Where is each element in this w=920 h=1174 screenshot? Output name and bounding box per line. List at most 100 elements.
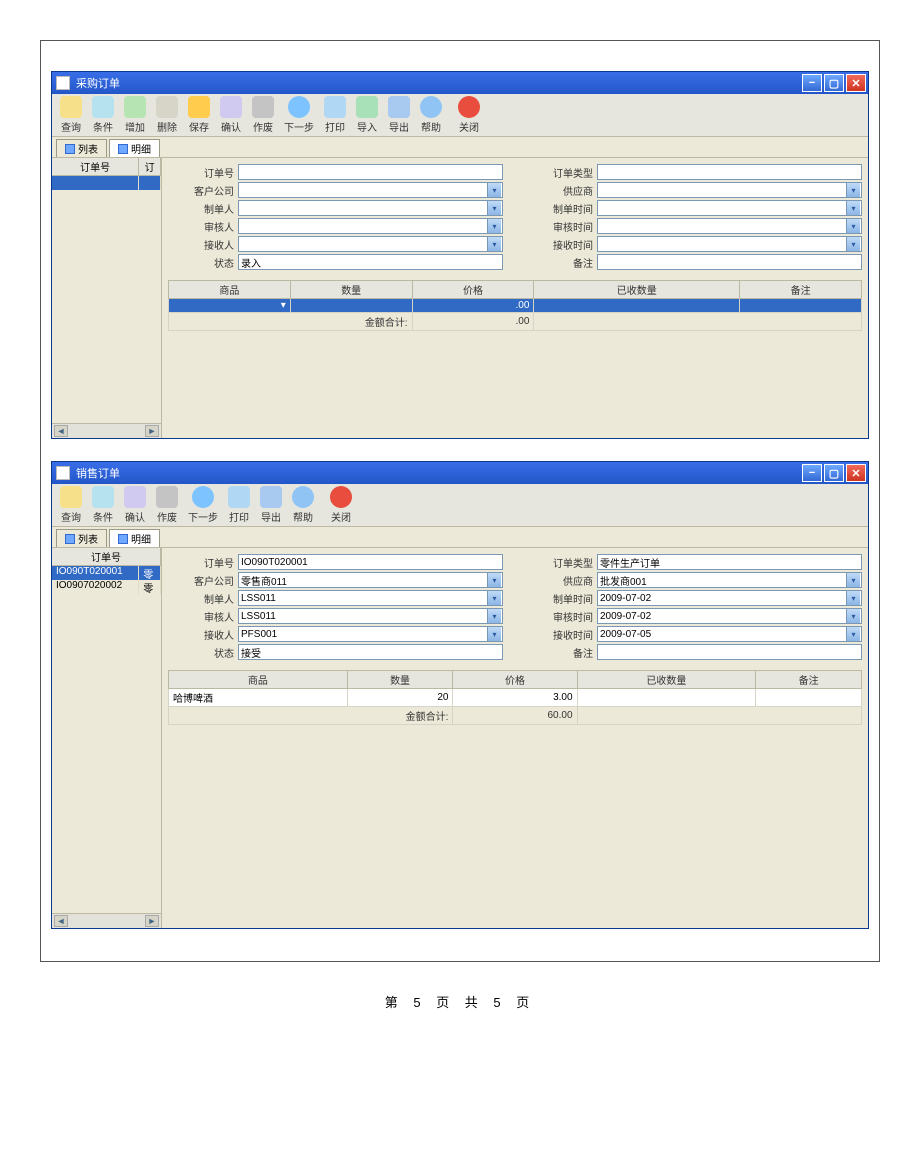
col-header[interactable]: 备注 <box>756 671 862 689</box>
titlebar[interactable]: 销售订单 − ▢ ✕ <box>52 462 868 484</box>
combo-auditor[interactable]: LSS011▾ <box>238 608 503 624</box>
chevron-down-icon[interactable]: ▾ <box>487 609 501 623</box>
toolbar-void-button[interactable]: 作废 <box>248 95 278 135</box>
chevron-down-icon[interactable]: ▾ <box>846 201 860 215</box>
chevron-down-icon[interactable]: ▾ <box>487 591 501 605</box>
chevron-down-icon[interactable]: ▾ <box>846 609 860 623</box>
tab-detail[interactable]: 明细 <box>109 529 160 547</box>
toolbar-help-button[interactable]: 帮助 <box>416 95 446 135</box>
minimize-button[interactable]: − <box>802 74 822 92</box>
col-header[interactable]: 价格 <box>453 671 577 689</box>
input-order_type[interactable] <box>597 554 862 570</box>
combo-recv_time[interactable]: ▾ <box>597 236 862 252</box>
toolbar-search-button[interactable]: 查询 <box>56 95 86 135</box>
input-status[interactable] <box>238 644 503 660</box>
toolbar-export-button[interactable]: 导出 <box>384 95 414 135</box>
input-remark[interactable] <box>597 644 862 660</box>
toolbar-close-button[interactable]: 关闭 <box>454 95 484 135</box>
tab-detail[interactable]: 明细 <box>109 139 160 157</box>
close-button[interactable]: ✕ <box>846 74 866 92</box>
scroll-right-icon[interactable]: ► <box>145 425 159 437</box>
combo-audit_time[interactable]: 2009-07-02▾ <box>597 608 862 624</box>
combo-maker[interactable]: LSS011▾ <box>238 590 503 606</box>
input-order_no[interactable] <box>238 554 503 570</box>
chevron-down-icon[interactable]: ▾ <box>487 627 501 641</box>
toolbar-close-button[interactable]: 关闭 <box>326 485 356 525</box>
toolbar-print-button[interactable]: 打印 <box>224 485 254 525</box>
maximize-button[interactable]: ▢ <box>824 74 844 92</box>
close-button[interactable]: ✕ <box>846 464 866 482</box>
order-col2-header[interactable]: 订 <box>139 158 161 175</box>
input-status[interactable] <box>238 254 503 270</box>
chevron-down-icon[interactable]: ▾ <box>487 183 501 197</box>
chevron-down-icon[interactable]: ▾ <box>846 237 860 251</box>
toolbar-next-button[interactable]: 下一步 <box>280 95 318 135</box>
chevron-down-icon[interactable]: ▾ <box>846 183 860 197</box>
combo-maker[interactable]: ▾ <box>238 200 503 216</box>
toolbar-confirm-button[interactable]: 确认 <box>216 95 246 135</box>
toolbar-del-button[interactable]: 删除 <box>152 95 182 135</box>
titlebar[interactable]: 采购订单 − ▢ ✕ <box>52 72 868 94</box>
chevron-down-icon[interactable]: ▾ <box>487 201 501 215</box>
col-header[interactable]: 数量 <box>290 281 412 299</box>
scroll-left-icon[interactable]: ◄ <box>54 915 68 927</box>
toolbar-next-button[interactable]: 下一步 <box>184 485 222 525</box>
order-no-header[interactable]: 订单号 <box>52 548 161 565</box>
minimize-button[interactable]: − <box>802 464 822 482</box>
toolbar-cond-button[interactable]: 条件 <box>88 95 118 135</box>
combo-customer[interactable]: 零售商011▾ <box>238 572 503 588</box>
h-scrollbar[interactable]: ◄ ► <box>52 423 161 438</box>
toolbar-save-button[interactable]: 保存 <box>184 95 214 135</box>
chevron-down-icon[interactable]: ▾ <box>846 219 860 233</box>
table-row[interactable]: ▾.00 <box>169 299 862 313</box>
input-order_type[interactable] <box>597 164 862 180</box>
combo-auditor[interactable]: ▾ <box>238 218 503 234</box>
input-order_no[interactable] <box>238 164 503 180</box>
col-header[interactable]: 备注 <box>740 281 862 299</box>
chevron-down-icon[interactable]: ▾ <box>846 573 860 587</box>
order-no-header[interactable]: 订单号 <box>52 158 139 175</box>
toolbar-search-button[interactable]: 查询 <box>56 485 86 525</box>
chevron-down-icon[interactable]: ▾ <box>487 573 501 587</box>
toolbar-confirm-button[interactable]: 确认 <box>120 485 150 525</box>
h-scrollbar[interactable]: ◄ ► <box>52 913 161 928</box>
toolbar-cond-button[interactable]: 条件 <box>88 485 118 525</box>
combo-customer[interactable]: ▾ <box>238 182 503 198</box>
input-remark[interactable] <box>597 254 862 270</box>
import-icon <box>356 96 378 118</box>
combo-recv_time[interactable]: 2009-07-05▾ <box>597 626 862 642</box>
toolbar-void-button[interactable]: 作废 <box>152 485 182 525</box>
chevron-down-icon[interactable]: ▾ <box>846 591 860 605</box>
chevron-down-icon[interactable]: ▾ <box>487 219 501 233</box>
combo-supplier[interactable]: ▾ <box>597 182 862 198</box>
col-header[interactable]: 价格 <box>412 281 534 299</box>
toolbar-import-button[interactable]: 导入 <box>352 95 382 135</box>
combo-receiver[interactable]: ▾ <box>238 236 503 252</box>
combo-audit_time[interactable]: ▾ <box>597 218 862 234</box>
col-header[interactable]: 已收数量 <box>534 281 740 299</box>
chevron-down-icon[interactable]: ▾ <box>487 237 501 251</box>
toolbar-print-button[interactable]: 打印 <box>320 95 350 135</box>
tab-list[interactable]: 列表 <box>56 139 107 157</box>
list-item[interactable]: IO090T020001零 <box>52 566 161 580</box>
col-header[interactable]: 商品 <box>169 281 291 299</box>
tab-list[interactable]: 列表 <box>56 529 107 547</box>
col-header[interactable]: 数量 <box>347 671 453 689</box>
label-order_type: 订单类型 <box>527 165 597 180</box>
col-header[interactable]: 已收数量 <box>577 671 756 689</box>
maximize-button[interactable]: ▢ <box>824 464 844 482</box>
combo-make_time[interactable]: ▾ <box>597 200 862 216</box>
scroll-right-icon[interactable]: ► <box>145 915 159 927</box>
scroll-left-icon[interactable]: ◄ <box>54 425 68 437</box>
chevron-down-icon[interactable]: ▾ <box>846 627 860 641</box>
toolbar-help-button[interactable]: 帮助 <box>288 485 318 525</box>
list-item[interactable]: IO0907020002零 <box>52 580 161 594</box>
combo-receiver[interactable]: PFS001▾ <box>238 626 503 642</box>
combo-supplier[interactable]: 批发商001▾ <box>597 572 862 588</box>
field-supplier: 供应商▾ <box>527 182 862 198</box>
table-row[interactable]: 哈博啤酒203.00 <box>169 689 862 707</box>
toolbar-add-button[interactable]: 增加 <box>120 95 150 135</box>
col-header[interactable]: 商品 <box>169 671 348 689</box>
toolbar-export-button[interactable]: 导出 <box>256 485 286 525</box>
combo-make_time[interactable]: 2009-07-02▾ <box>597 590 862 606</box>
